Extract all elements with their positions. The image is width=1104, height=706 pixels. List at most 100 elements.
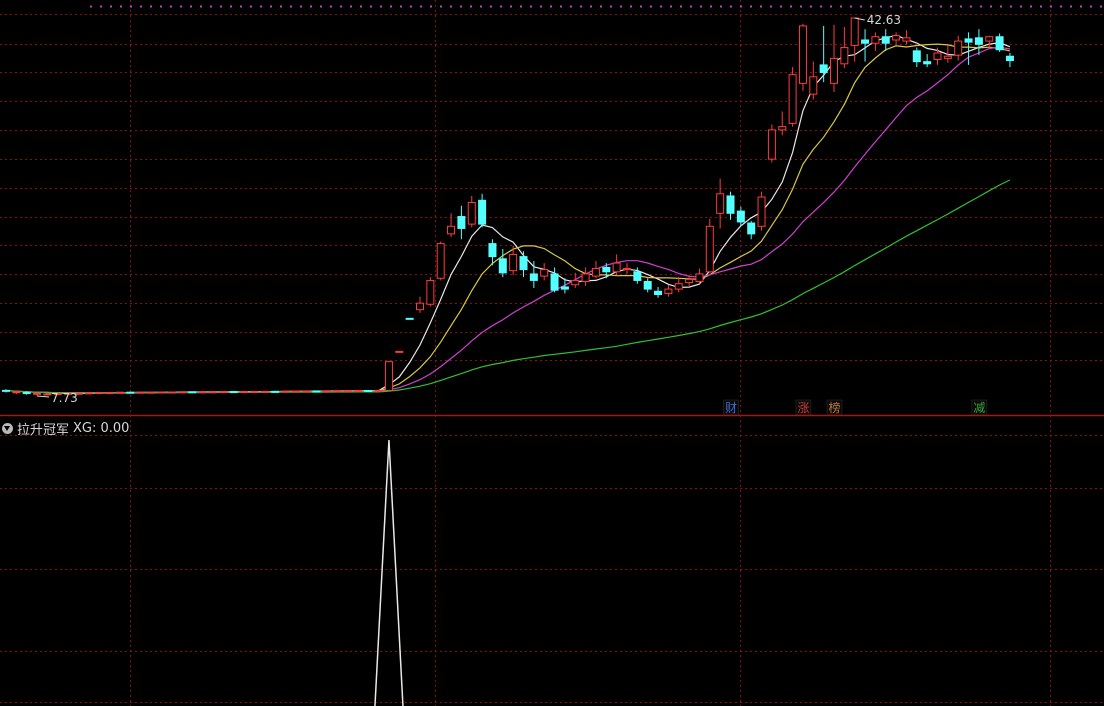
candle-body [209, 391, 217, 394]
candle-body [529, 273, 538, 281]
candle[interactable] [353, 389, 362, 392]
candle[interactable] [167, 391, 176, 394]
candle[interactable] [405, 317, 414, 320]
candle-body [312, 390, 321, 393]
candle[interactable] [291, 390, 300, 393]
candle[interactable] [126, 391, 135, 394]
candle-body [881, 36, 890, 44]
chart-background [0, 0, 1104, 706]
candle-body [405, 317, 414, 320]
candle-body [467, 201, 476, 225]
candle[interactable] [767, 124, 776, 163]
candle-body [229, 391, 238, 394]
candle-body [33, 392, 42, 395]
candle[interactable] [426, 277, 435, 307]
candle[interactable] [436, 241, 445, 281]
candle[interactable] [374, 389, 383, 392]
candle-body [177, 391, 186, 394]
candle-body [674, 283, 683, 290]
candle[interactable] [705, 218, 714, 273]
candle[interactable] [198, 391, 207, 394]
candle-body [343, 390, 352, 393]
candle-body [747, 222, 756, 235]
candle-body [95, 392, 104, 395]
candle-body [540, 269, 549, 277]
candle-body [84, 392, 93, 395]
candle-body [643, 281, 652, 290]
candle[interactable] [260, 390, 269, 393]
candle[interactable] [84, 392, 93, 395]
candle[interactable] [798, 23, 807, 91]
candle-body [436, 243, 445, 279]
candle-body [778, 126, 787, 131]
candle-body [157, 391, 166, 394]
candle-body [167, 391, 176, 394]
candle-body [2, 389, 10, 392]
candle-body [633, 271, 642, 281]
event-marker: 涨 [795, 399, 812, 416]
candle-body [374, 389, 383, 392]
candle[interactable] [136, 391, 145, 394]
collapse-toggle-icon[interactable] [2, 422, 13, 434]
candle[interactable] [788, 67, 797, 127]
candle[interactable] [250, 391, 259, 394]
candle[interactable] [188, 391, 197, 394]
candle[interactable] [343, 390, 352, 393]
candle[interactable] [157, 391, 166, 394]
candle[interactable] [146, 391, 155, 394]
candle[interactable] [105, 391, 114, 395]
kline-chart[interactable]: 42.63 7.73 财 涨 榜 减 [0, 0, 1104, 706]
candle[interactable] [271, 390, 280, 393]
candle[interactable] [312, 390, 321, 393]
candle[interactable] [240, 391, 249, 394]
candle[interactable] [384, 361, 393, 391]
candle[interactable] [364, 389, 373, 392]
candle-body [353, 389, 362, 392]
candle-body [22, 392, 31, 395]
candle-body [240, 391, 249, 394]
candle-body [571, 279, 580, 286]
candle-body [1005, 55, 1014, 62]
candle-body [985, 36, 994, 42]
candle-body [892, 35, 901, 41]
indicator-header[interactable]: 拉升冠军 XG: 0.00 [2, 419, 129, 438]
candle-body [126, 391, 135, 394]
candle[interactable] [209, 391, 217, 394]
candle-body [291, 390, 300, 393]
candle-body [488, 243, 497, 258]
candle-body [923, 61, 932, 65]
candle-body [830, 57, 838, 84]
candle-body [384, 361, 393, 391]
event-marker-label: 财 [725, 401, 737, 415]
candle[interactable] [302, 390, 311, 393]
candle-body [767, 129, 776, 160]
candle[interactable] [281, 390, 290, 393]
candle-body [550, 273, 559, 291]
candle-body [964, 38, 973, 43]
candle[interactable] [333, 390, 342, 393]
candle-body [798, 25, 807, 84]
candle-body [974, 37, 983, 45]
candle[interactable] [219, 391, 228, 394]
candle[interactable] [177, 391, 186, 394]
candle[interactable] [115, 391, 124, 394]
candle[interactable] [229, 391, 238, 394]
candle-body [457, 216, 466, 229]
candle[interactable] [322, 390, 331, 393]
event-marker: 财 [723, 399, 739, 416]
event-marker: 榜 [826, 399, 843, 416]
candle-body [447, 225, 456, 235]
candle-body [654, 290, 663, 296]
candle-body [12, 391, 21, 394]
candle-body [912, 50, 921, 63]
candle-body [902, 37, 911, 42]
candle-body [757, 196, 766, 227]
candle[interactable] [395, 350, 404, 353]
candle[interactable] [95, 391, 104, 395]
candle-body [364, 389, 373, 392]
candle[interactable] [995, 33, 1004, 52]
candle[interactable] [757, 191, 766, 231]
candle-body [281, 390, 290, 393]
candle-body [726, 195, 735, 214]
candle-body [861, 39, 870, 44]
